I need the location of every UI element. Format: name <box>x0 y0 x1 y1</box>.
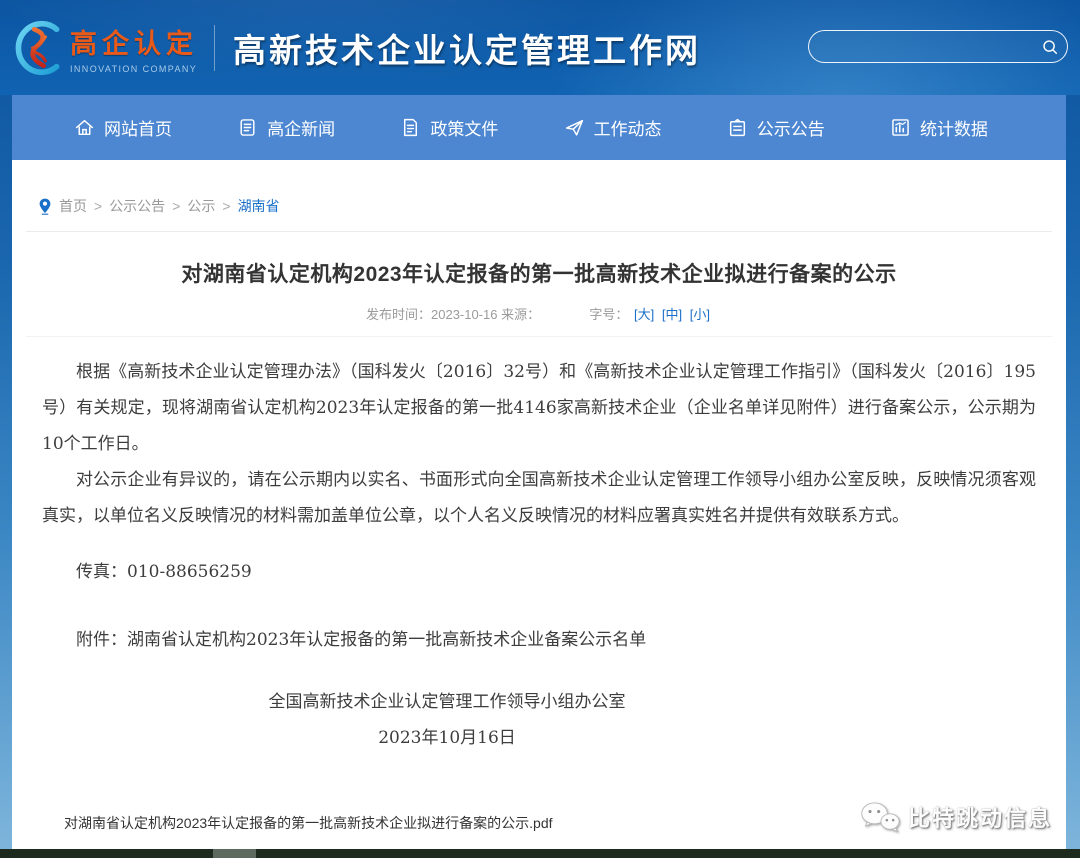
article-meta: 发布时间：2023-10-16 来源： 字号： [大] [中] [小] <box>12 304 1066 323</box>
meta-divider <box>26 336 1052 337</box>
publish-date: 2023-10-16 <box>431 307 498 322</box>
policy-doc-icon <box>400 117 421 138</box>
scrollbar-thumb[interactable] <box>213 849 256 858</box>
horizontal-scrollbar[interactable] <box>0 849 1080 858</box>
logo-subtext: INNOVATION COMPANY <box>70 64 198 74</box>
search-button[interactable] <box>1033 31 1067 62</box>
signature-block: 全国高新技术企业认定管理工作领导小组办公室 2023年10月16日 <box>42 684 852 756</box>
site-title: 高新技术企业认定管理工作网 <box>233 24 701 72</box>
logo-text: 高企认定 <box>70 22 198 61</box>
watermark: 比特跳动信息 <box>860 800 1052 834</box>
signature-office: 全国高新技术企业认定管理工作领导小组办公室 <box>42 684 852 720</box>
pdf-attachment-link[interactable]: 对湖南省认定机构2023年认定报备的第一批高新技术企业拟进行备案的公示.pdf <box>64 813 553 833</box>
fax-line: 传真：010-88656259 <box>42 554 1036 590</box>
paragraph-2: 对公示企业有异议的，请在公示期内以实名、书面形式向全国高新技术企业认定管理工作领… <box>42 462 1036 534</box>
nav-label: 工作动态 <box>594 115 662 140</box>
announcement-icon <box>727 117 748 138</box>
breadcrumb-current-hunan[interactable]: 湖南省 <box>238 196 280 216</box>
breadcrumb-separator: > <box>94 198 102 214</box>
paragraph-1: 根据《高新技术企业认定管理办法》（国科发火〔2016〕32号）和《高新技术企业认… <box>42 354 1036 462</box>
home-icon <box>74 117 95 138</box>
nav-item-home[interactable]: 网站首页 <box>74 115 172 140</box>
watermark-text: 比特跳动信息 <box>908 801 1052 833</box>
search-icon <box>1041 38 1059 56</box>
breadcrumb: 首页 > 公示公告 > 公示 > 湖南省 <box>12 160 1066 216</box>
source-label: 来源： <box>501 307 540 322</box>
nav-label: 政策文件 <box>430 115 498 140</box>
nav-label: 网站首页 <box>104 115 172 140</box>
main-nav: 网站首页 高企新闻 政策文件 工作动态 公示公告 <box>12 95 1066 160</box>
nav-item-announcements[interactable]: 公示公告 <box>727 115 825 140</box>
logo-arc-icon <box>10 18 66 78</box>
breadcrumb-announcements[interactable]: 公示公告 <box>109 196 165 216</box>
breadcrumb-home[interactable]: 首页 <box>59 196 87 216</box>
breadcrumb-separator: > <box>222 198 230 214</box>
nav-item-news[interactable]: 高企新闻 <box>237 115 335 140</box>
wechat-icon <box>860 800 900 834</box>
fontsize-medium-button[interactable]: [中] <box>662 307 682 322</box>
search-box[interactable] <box>808 30 1068 63</box>
breadcrumb-divider <box>26 231 1052 232</box>
article-title: 对湖南省认定机构2023年认定报备的第一批高新技术企业拟进行备案的公示 <box>12 258 1066 288</box>
nav-item-statistics[interactable]: 统计数据 <box>890 115 988 140</box>
nav-item-policy[interactable]: 政策文件 <box>400 115 498 140</box>
nav-label: 公示公告 <box>757 115 825 140</box>
nav-label: 统计数据 <box>920 115 988 140</box>
attachment-line[interactable]: 附件：湖南省认定机构2023年认定报备的第一批高新技术企业备案公示名单 <box>42 622 1036 658</box>
breadcrumb-publicity[interactable]: 公示 <box>187 196 215 216</box>
breadcrumb-separator: > <box>172 198 180 214</box>
fontsize-small-button[interactable]: [小] <box>690 307 710 322</box>
fontsize-large-button[interactable]: [大] <box>634 307 654 322</box>
content-card: 首页 > 公示公告 > 公示 > 湖南省 对湖南省认定机构2023年认定报备的第… <box>12 160 1066 849</box>
search-input[interactable] <box>809 31 1033 62</box>
location-pin-icon <box>38 198 52 215</box>
signature-date: 2023年10月16日 <box>42 720 852 756</box>
news-icon <box>237 117 258 138</box>
site-header: 高企认定 INNOVATION COMPANY 高新技术企业认定管理工作网 <box>0 0 1080 95</box>
fontsize-label: 字号： <box>589 307 628 322</box>
nav-label: 高企新闻 <box>267 115 335 140</box>
article-body: 根据《高新技术企业认定管理办法》（国科发火〔2016〕32号）和《高新技术企业认… <box>12 354 1066 756</box>
nav-item-updates[interactable]: 工作动态 <box>564 115 662 140</box>
chart-icon <box>890 117 911 138</box>
paper-plane-icon <box>564 117 585 138</box>
header-divider <box>214 25 215 71</box>
site-logo[interactable]: 高企认定 INNOVATION COMPANY <box>10 18 198 78</box>
publish-time-label: 发布时间： <box>366 307 431 322</box>
